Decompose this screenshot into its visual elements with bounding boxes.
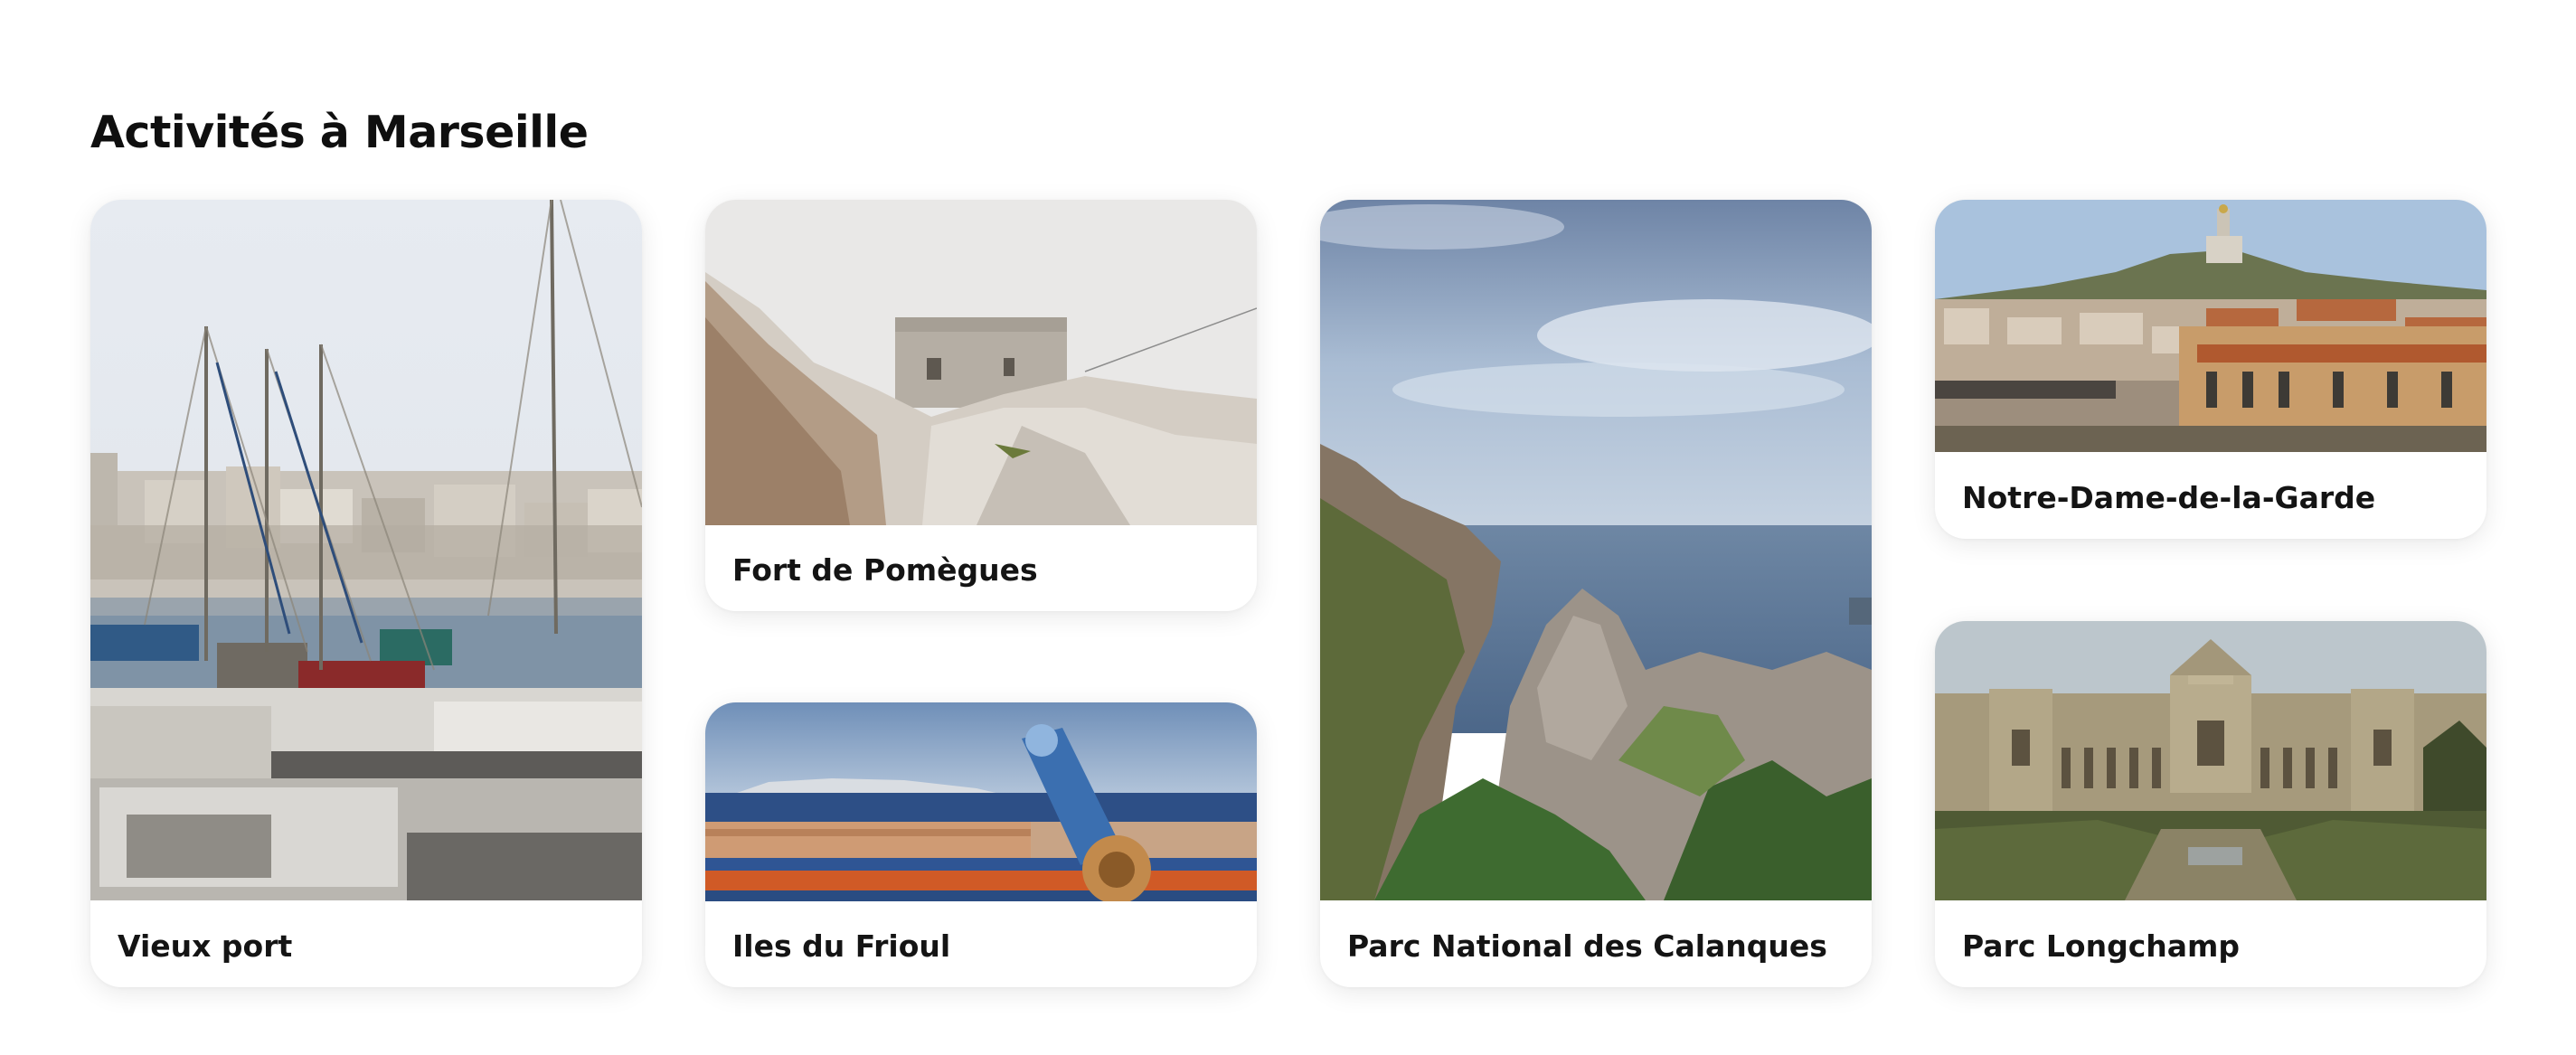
island-photo <box>705 702 1257 901</box>
calanques-photo <box>1320 200 1872 900</box>
card-label: Parc Longchamp <box>1962 928 2241 964</box>
basilica-photo <box>1935 200 2486 452</box>
fort-photo <box>705 200 1257 525</box>
card-label: Iles du Frioul <box>732 928 951 964</box>
activity-card-notre-dame-de-la-garde[interactable]: Notre-Dame-de-la-Garde <box>1935 200 2486 539</box>
activity-card-fort-de-pomegues[interactable]: Fort de Pomègues <box>705 200 1257 611</box>
activity-card-iles-du-frioul[interactable]: Iles du Frioul <box>705 702 1257 987</box>
harbor-photo <box>90 200 642 900</box>
activity-card-vieux-port[interactable]: Vieux port <box>90 200 642 987</box>
card-photo <box>1935 621 2486 900</box>
card-photo <box>1320 200 1872 900</box>
card-photo <box>705 702 1257 901</box>
activity-card-parc-longchamp[interactable]: Parc Longchamp <box>1935 621 2486 987</box>
card-label: Fort de Pomègues <box>732 552 1038 588</box>
activity-card-parc-national-des-calanques[interactable]: Parc National des Calanques <box>1320 200 1872 987</box>
card-label: Parc National des Calanques <box>1347 928 1827 964</box>
card-photo <box>705 200 1257 525</box>
palace-photo <box>1935 621 2486 900</box>
card-photo <box>1935 200 2486 452</box>
card-label: Vieux port <box>118 928 293 964</box>
card-label: Notre-Dame-de-la-Garde <box>1962 480 2376 515</box>
card-photo <box>90 200 642 900</box>
page-title: Activités à Marseille <box>90 107 589 158</box>
